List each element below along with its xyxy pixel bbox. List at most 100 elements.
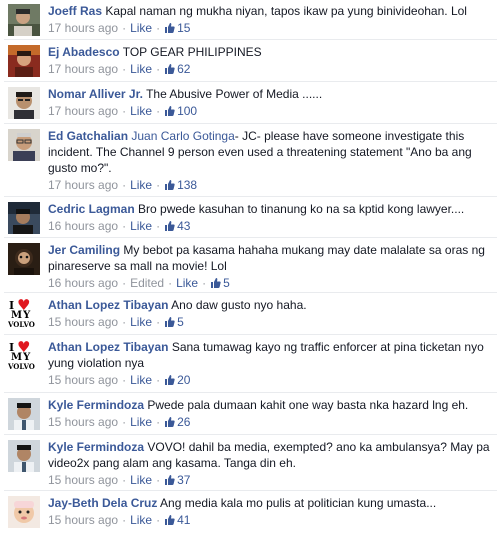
comment-author-link[interactable]: Joeff Ras (48, 4, 102, 18)
like-button[interactable]: Like (130, 315, 152, 329)
comment-text: TOP GEAR PHILIPPINES (122, 45, 262, 59)
comment-author-link[interactable]: Nomar Alliver Jr. (48, 87, 143, 101)
thumbs-up-icon (165, 180, 175, 190)
comment-text: Kapal naman ng mukha niyan, tapos ikaw p… (105, 4, 467, 18)
like-button[interactable]: Like (130, 373, 152, 387)
like-count-link[interactable]: 62 (164, 62, 190, 76)
like-button[interactable]: Like (130, 178, 152, 192)
avatar[interactable] (8, 4, 40, 36)
comment-item: I ♥ MY VOLVO Athan Lopez Tibayan Sana tu… (0, 336, 501, 387)
comment-timestamp[interactable]: 15 hours ago (48, 315, 118, 329)
like-count-link[interactable]: 43 (164, 219, 190, 233)
comment-author-link[interactable]: Kyle Fermindoza (48, 398, 144, 412)
like-button[interactable]: Like (130, 219, 152, 233)
logo-brand-text: VOLVO (8, 362, 35, 371)
separator: · (122, 415, 127, 429)
separator: · (156, 21, 161, 35)
avatar[interactable] (8, 45, 40, 77)
avatar[interactable] (8, 496, 40, 528)
avatar[interactable] (8, 87, 40, 119)
comment-author-link[interactable]: Ed Gatchalian (48, 129, 128, 143)
like-count-link[interactable]: 37 (164, 473, 190, 487)
divider (4, 434, 497, 435)
comment-meta: 15 hours ago · Like · 37 (48, 472, 491, 488)
divider (4, 123, 497, 124)
like-button[interactable]: Like (130, 62, 152, 76)
like-count: 62 (177, 62, 191, 76)
comment-author-link[interactable]: Athan Lopez Tibayan (48, 298, 168, 312)
comment-timestamp[interactable]: 15 hours ago (48, 473, 118, 487)
comment-meta: 17 hours ago · Like · 15 (48, 20, 491, 36)
like-count: 15 (177, 21, 191, 35)
like-button[interactable]: Like (176, 276, 198, 290)
like-button[interactable]: Like (130, 415, 152, 429)
comment-timestamp[interactable]: 15 hours ago (48, 415, 118, 429)
divider (4, 196, 497, 197)
separator: · (156, 373, 161, 387)
like-button[interactable]: Like (130, 21, 152, 35)
thumbs-up-icon (165, 515, 175, 525)
separator: · (156, 415, 161, 429)
comment-timestamp[interactable]: 17 hours ago (48, 21, 118, 35)
comment-timestamp[interactable]: 15 hours ago (48, 513, 118, 527)
separator: · (202, 276, 207, 290)
like-count-link[interactable]: 5 (210, 276, 230, 290)
comment-meta: 17 hours ago · Like · 62 (48, 61, 491, 77)
separator: · (122, 513, 127, 527)
like-count-link[interactable]: 26 (164, 415, 190, 429)
i-love-my-volvo-logo[interactable]: I ♥ MY VOLVO (8, 341, 40, 373)
edited-link[interactable]: Edited (130, 276, 164, 290)
like-count-link[interactable]: 5 (164, 315, 184, 329)
like-count-link[interactable]: 41 (164, 513, 190, 527)
comment-timestamp[interactable]: 17 hours ago (48, 178, 118, 192)
divider (4, 334, 497, 335)
separator: · (122, 219, 127, 233)
comment-timestamp[interactable]: 17 hours ago (48, 62, 118, 76)
divider (4, 490, 497, 491)
comment-list: Joeff Ras Kapal naman ng mukha niyan, ta… (0, 0, 501, 533)
separator: · (122, 62, 127, 76)
divider (4, 292, 497, 293)
comment-timestamp[interactable]: 17 hours ago (48, 104, 118, 118)
avatar[interactable] (8, 440, 40, 472)
comment-author-link[interactable]: Jay-Beth Dela Cruz (48, 496, 157, 510)
comment-meta: 15 hours ago · Like · 5 (48, 314, 491, 330)
thumbs-up-icon (165, 221, 175, 231)
comment-author-link[interactable]: Ej Abadesco (48, 45, 120, 59)
like-count: 20 (177, 373, 191, 387)
divider (4, 237, 497, 238)
like-count-link[interactable]: 138 (164, 178, 197, 192)
separator: · (122, 373, 127, 387)
separator: · (156, 315, 161, 329)
thumbs-up-icon (165, 417, 175, 427)
like-count-link[interactable]: 20 (164, 373, 190, 387)
separator: · (122, 276, 127, 290)
like-count-link[interactable]: 15 (164, 21, 190, 35)
divider (4, 81, 497, 82)
comment-timestamp[interactable]: 16 hours ago (48, 219, 118, 233)
thumbs-up-icon (165, 317, 175, 327)
avatar[interactable] (8, 243, 40, 275)
comment-timestamp[interactable]: 15 hours ago (48, 373, 118, 387)
like-count: 5 (177, 315, 184, 329)
like-button[interactable]: Like (130, 473, 152, 487)
like-count-link[interactable]: 100 (164, 104, 197, 118)
comment-author-link[interactable]: Kyle Fermindoza (48, 440, 144, 454)
comment-meta: 15 hours ago · Like · 20 (48, 372, 491, 388)
like-button[interactable]: Like (130, 513, 152, 527)
i-love-my-volvo-logo[interactable]: I ♥ MY VOLVO (8, 299, 40, 331)
comment-author-link[interactable]: Jer Camiling (48, 243, 120, 257)
thumbs-up-icon (165, 375, 175, 385)
separator: · (168, 276, 173, 290)
mention-link[interactable]: Juan Carlo Gotinga (131, 129, 234, 143)
avatar[interactable] (8, 129, 40, 161)
avatar[interactable] (8, 398, 40, 430)
avatar[interactable] (8, 202, 40, 234)
comment-author-link[interactable]: Cedric Lagman (48, 202, 135, 216)
thumbs-up-icon (165, 23, 175, 33)
like-count: 43 (177, 219, 191, 233)
comment-author-link[interactable]: Athan Lopez Tibayan (48, 340, 168, 354)
comment-meta: 17 hours ago · Like · 138 (48, 177, 491, 193)
comment-timestamp[interactable]: 16 hours ago (48, 276, 118, 290)
like-button[interactable]: Like (130, 104, 152, 118)
